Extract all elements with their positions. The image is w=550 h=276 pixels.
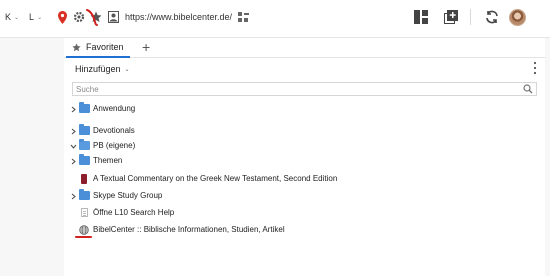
tree-item-themen[interactable]: Themen (64, 154, 545, 168)
tree-item-skype-study-group[interactable]: Skype Study Group (64, 189, 545, 203)
tree-item-bibelcenter[interactable]: BibelCenter :: Biblische Informationen, … (64, 223, 545, 237)
expand-chevron-icon[interactable] (69, 154, 77, 168)
location-pin-icon[interactable] (55, 10, 69, 24)
hinzufuegen-dropdown[interactable]: Hinzufügen ⌄ (75, 64, 130, 74)
open-folder-icon (79, 139, 90, 151)
document-icon (79, 208, 90, 218)
globe-icon (79, 225, 90, 235)
tree-item-search-help[interactable]: Öffne L10 Search Help (64, 206, 545, 220)
language-selector-2-label: L (29, 12, 35, 22)
search-input[interactable] (73, 83, 518, 95)
user-avatar[interactable] (509, 8, 526, 26)
add-tab-button[interactable]: + (142, 39, 150, 55)
tab-label: Favoriten (86, 42, 124, 52)
gear-icon[interactable] (72, 10, 86, 24)
tree-item-devotionals[interactable]: Devotionals (64, 124, 545, 138)
book-icon (79, 174, 90, 184)
panel-layout-button[interactable] (412, 8, 430, 26)
tree-item-label: Devotionals (93, 126, 135, 135)
toolbar-right-actions (400, 8, 526, 26)
reader-mode-icon[interactable] (236, 10, 250, 24)
search-field[interactable] (72, 82, 537, 96)
more-options-icon[interactable] (532, 61, 538, 75)
language-selector-1-label: K (5, 12, 12, 22)
tree-item-label: Skype Study Group (93, 191, 163, 200)
hinzufuegen-label: Hinzufügen (75, 64, 121, 74)
browser-toolbar: K ⌄ L ⌄ https://www.bibelcenter.de/ (0, 0, 550, 38)
sync-button[interactable] (483, 8, 501, 26)
red-annotation-underline (75, 236, 92, 238)
search-icon (523, 84, 533, 94)
panel-subtoolbar: Hinzufügen ⌄ (64, 60, 545, 78)
red-annotation-mark-top (86, 9, 98, 26)
tree-item-label: Themen (93, 156, 123, 165)
language-selector-2[interactable]: L ⌄ (29, 12, 42, 22)
tab-favoriten[interactable]: Favoriten (66, 38, 130, 58)
favorites-panel: Favoriten + Hinzufügen ⌄ Anwendung (64, 38, 545, 276)
expand-chevron-icon[interactable] (69, 124, 77, 138)
expand-chevron-icon[interactable] (69, 189, 77, 203)
folder-icon (79, 102, 90, 114)
folder-icon (79, 189, 90, 201)
tree-item-textual-commentary[interactable]: A Textual Commentary on the Greek New Te… (64, 172, 545, 186)
sync-icon (486, 10, 498, 24)
star-icon (72, 42, 81, 51)
panel-tab-bar: Favoriten + (64, 38, 545, 58)
chevron-down-icon: ⌄ (14, 14, 20, 21)
right-blank-area (545, 38, 550, 276)
site-identity-icon[interactable] (106, 10, 120, 24)
tree-item-anwendung[interactable]: Anwendung (64, 102, 545, 116)
tree-item-pb-eigene[interactable]: PB (eigene) (64, 139, 545, 153)
toolbar-divider (470, 9, 471, 25)
layout-icon (414, 10, 428, 24)
collapse-chevron-icon[interactable] (69, 139, 77, 153)
language-selector-1[interactable]: K ⌄ (5, 12, 19, 22)
tree-item-label: Anwendung (93, 104, 136, 113)
url-text[interactable]: https://www.bibelcenter.de/ (125, 12, 232, 22)
left-blank-area (0, 38, 64, 276)
folder-icon (79, 154, 90, 166)
tree-item-label: PB (eigene) (93, 141, 136, 150)
add-window-icon (444, 10, 458, 24)
chevron-down-icon: ⌄ (37, 14, 43, 21)
tree-item-label: Öffne L10 Search Help (93, 208, 175, 217)
chevron-down-icon: ⌄ (124, 66, 130, 73)
expand-chevron-icon[interactable] (69, 102, 77, 116)
add-panel-button[interactable] (442, 8, 460, 26)
tree-item-label: A Textual Commentary on the Greek New Te… (93, 174, 338, 183)
folder-icon (79, 124, 90, 136)
language-selectors: K ⌄ L ⌄ (5, 12, 52, 22)
tree-item-label: BibelCenter :: Biblische Informationen, … (93, 225, 285, 234)
